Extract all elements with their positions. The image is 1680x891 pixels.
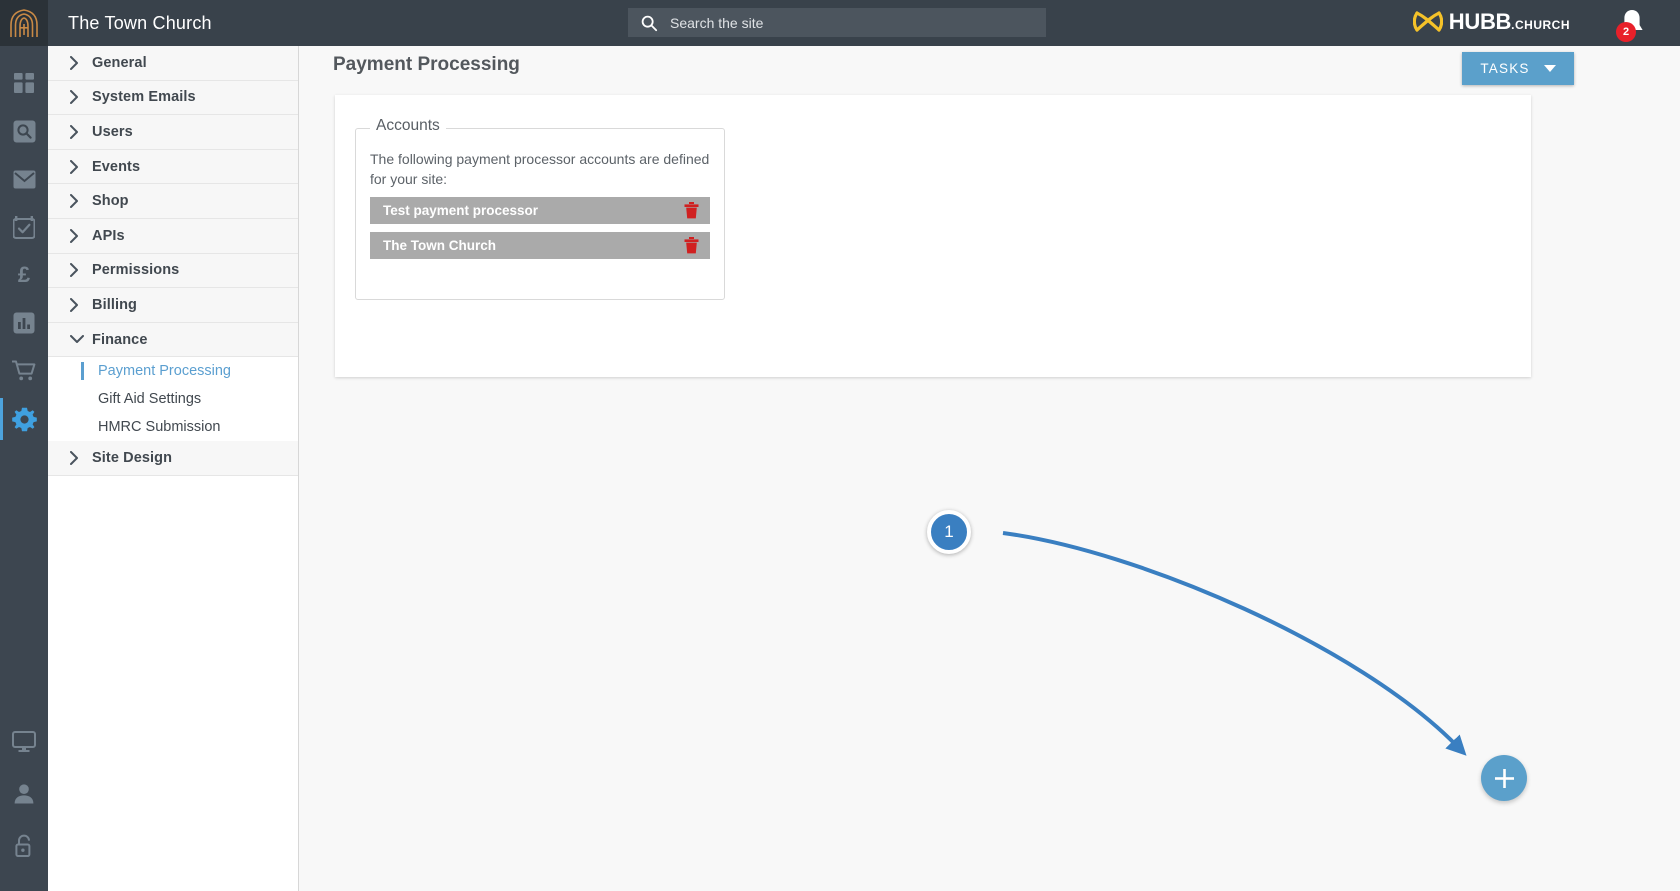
chevron-right-icon [70, 228, 92, 243]
add-account-fab[interactable] [1481, 755, 1527, 801]
church-arch-cross-icon [10, 9, 38, 37]
sidebar-item-gift-aid-settings[interactable]: Gift Aid Settings [48, 385, 298, 413]
accounts-legend: Accounts [370, 117, 446, 135]
search-icon [641, 15, 658, 31]
mail-icon [13, 170, 35, 188]
account-row[interactable]: Test payment processor [370, 197, 710, 224]
nav-group-apis[interactable]: APIs [48, 218, 298, 254]
chevron-down-icon [1543, 65, 1556, 72]
pound-icon: £ [17, 262, 31, 287]
icon-rail: £ [0, 46, 48, 891]
nav-group-label: Finance [92, 331, 148, 348]
search-input[interactable] [670, 14, 1030, 31]
site-search[interactable] [628, 8, 1046, 37]
nav-group-label: General [92, 54, 147, 71]
nav-group-label: Events [92, 158, 141, 175]
nav-group-billing[interactable]: Billing [48, 288, 298, 323]
rail-item-logout[interactable] [0, 831, 48, 861]
icon-rail-top: £ [0, 46, 48, 440]
page-title: Payment Processing [333, 54, 520, 75]
hubb-butterfly-icon [1412, 11, 1443, 32]
chevron-right-icon [70, 194, 92, 209]
rail-item-shop[interactable] [0, 356, 48, 386]
tasks-button-label: TASKS [1480, 61, 1530, 76]
gear-icon [11, 407, 37, 431]
rail-item-settings[interactable] [0, 398, 48, 440]
dashboard-icon [14, 73, 34, 93]
chevron-right-icon [70, 90, 92, 105]
top-bar: The Town Church HUBB.CHURCH 2 [0, 0, 1680, 46]
shopping-cart-icon [12, 360, 36, 381]
chevron-right-icon [70, 159, 92, 174]
account-row[interactable]: The Town Church [370, 232, 710, 259]
rail-item-mail[interactable] [0, 164, 48, 194]
nav-group-label: Billing [92, 296, 137, 313]
annotation-step-badge: 1 [927, 510, 971, 554]
chevron-right-icon [70, 297, 92, 312]
trash-icon[interactable] [684, 202, 699, 219]
account-name: Test payment processor [383, 203, 539, 218]
search-icon [13, 120, 35, 142]
brand-suffix: .CHURCH [1511, 18, 1570, 32]
site-logo[interactable] [0, 0, 48, 46]
nav-group-system-emails[interactable]: System Emails [48, 80, 298, 116]
monitor-icon [12, 731, 36, 752]
nav-group-label: Site Design [92, 450, 173, 467]
rail-item-account[interactable] [0, 779, 48, 809]
sidebar-item-payment-processing[interactable]: Payment Processing [48, 357, 298, 385]
notifications-button[interactable]: 2 [1616, 8, 1658, 42]
rail-item-reports[interactable] [0, 308, 48, 338]
brand-name-wrap: HUBB.CHURCH [1449, 11, 1570, 33]
tasks-button[interactable]: TASKS [1462, 52, 1574, 85]
nav-group-label: APIs [92, 227, 125, 244]
settings-nav: General System Emails Users Events Shop [48, 46, 299, 891]
chevron-right-icon [70, 55, 92, 70]
site-title: The Town Church [68, 12, 212, 33]
nav-group-shop[interactable]: Shop [48, 184, 298, 219]
sidebar-item-label: Payment Processing [98, 363, 231, 380]
nav-group-general[interactable]: General [48, 46, 298, 81]
payment-processing-card: Accounts The following payment processor… [335, 95, 1531, 377]
main-content: Payment Processing TASKS Accounts The fo… [299, 46, 1680, 891]
chevron-right-icon [70, 451, 92, 466]
sidebar-item-label: Gift Aid Settings [98, 391, 202, 408]
chevron-right-icon [70, 124, 92, 139]
chevron-down-icon [70, 335, 92, 344]
account-name: The Town Church [383, 238, 496, 253]
sidebar-item-hmrc-submission[interactable]: HMRC Submission [48, 413, 298, 441]
notification-count-badge: 2 [1616, 22, 1636, 42]
trash-icon[interactable] [684, 237, 699, 254]
nav-group-site-design[interactable]: Site Design [48, 441, 298, 476]
accounts-fieldset: Accounts The following payment processor… [355, 117, 725, 300]
nav-group-label: Shop [92, 193, 129, 210]
hubb-brand: HUBB.CHURCH [1412, 9, 1570, 35]
rail-item-dashboard[interactable] [0, 68, 48, 98]
nav-group-label: System Emails [92, 89, 196, 106]
nav-group-events[interactable]: Events [48, 149, 298, 185]
unlock-icon [15, 834, 31, 857]
nav-group-label: Users [92, 123, 133, 140]
plus-icon [1494, 768, 1514, 788]
rail-item-display[interactable] [0, 727, 48, 757]
nav-group-users[interactable]: Users [48, 115, 298, 150]
brand-name: HUBB [1448, 9, 1512, 34]
icon-rail-bottom [0, 727, 48, 861]
app-root: The Town Church HUBB.CHURCH 2 [0, 0, 1680, 891]
accounts-description: The following payment processor accounts… [370, 151, 710, 187]
rail-item-calendar[interactable] [0, 212, 48, 242]
calendar-check-icon [13, 215, 35, 239]
sidebar-item-label: HMRC Submission [98, 419, 221, 436]
nav-subgroup-finance: Payment Processing Gift Aid Settings HMR… [48, 357, 298, 442]
nav-group-permissions[interactable]: Permissions [48, 253, 298, 289]
rail-item-search[interactable] [0, 116, 48, 146]
chevron-right-icon [70, 263, 92, 278]
person-icon [14, 784, 34, 804]
rail-item-finance[interactable]: £ [0, 260, 48, 290]
bar-chart-icon [13, 312, 35, 334]
nav-group-label: Permissions [92, 262, 180, 279]
nav-group-finance[interactable]: Finance [48, 322, 298, 358]
